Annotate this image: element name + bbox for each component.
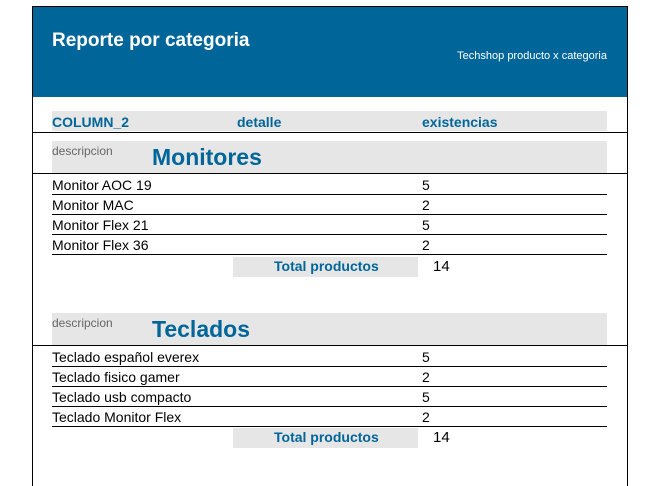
- product-stock: 2: [422, 237, 430, 253]
- group-header-band: descripcion Teclados: [52, 313, 607, 345]
- product-name: Teclado usb compacto: [52, 389, 192, 405]
- group-total-band: Total productos: [233, 257, 418, 277]
- table-row: Teclado usb compacto 5: [52, 387, 607, 407]
- table-row: Monitor AOC 19 5: [52, 175, 607, 195]
- divider: [33, 173, 627, 174]
- group-name: Monitores: [152, 144, 262, 170]
- table-row: Teclado fisico gamer 2: [52, 367, 607, 387]
- column-header-column-2: COLUMN_2: [52, 114, 130, 130]
- divider: [33, 132, 627, 133]
- product-stock: 2: [422, 197, 430, 213]
- group-header-band: descripcion Monitores: [52, 141, 607, 173]
- table-row: Teclado español everex 5: [52, 347, 607, 367]
- column-header-existencias: existencias: [422, 114, 498, 130]
- product-stock: 2: [422, 369, 430, 385]
- table-row: Monitor Flex 36 2: [52, 235, 607, 255]
- report-page: Reporte por categoria Techshop producto …: [32, 6, 628, 486]
- group-name: Teclados: [152, 316, 250, 342]
- group-total-value: 14: [433, 429, 450, 446]
- product-stock: 2: [422, 409, 430, 425]
- group-total-value: 14: [433, 258, 450, 275]
- table-row: Teclado Monitor Flex 2: [52, 407, 607, 427]
- group-total-label: Total productos: [274, 258, 379, 274]
- group-total-band: Total productos: [233, 428, 418, 448]
- product-name: Teclado fisico gamer: [52, 369, 180, 385]
- product-name: Monitor Flex 21: [52, 217, 149, 233]
- report-title: Reporte por categoria: [52, 30, 250, 51]
- group-label: descripcion: [52, 144, 113, 158]
- product-name: Monitor Flex 36: [52, 237, 149, 253]
- column-header-row: COLUMN_2 detalle existencias: [52, 111, 607, 131]
- product-name: Teclado español everex: [52, 349, 200, 365]
- product-stock: 5: [422, 217, 430, 233]
- report-subtitle: Techshop producto x categoria: [457, 50, 607, 62]
- table-row: Monitor Flex 21 5: [52, 215, 607, 235]
- column-header-detalle: detalle: [237, 114, 282, 130]
- product-stock: 5: [422, 177, 430, 193]
- report-header-banner: Reporte por categoria Techshop producto …: [33, 7, 627, 97]
- product-name: Monitor AOC 19: [52, 177, 152, 193]
- table-row: Monitor MAC 2: [52, 195, 607, 215]
- group-label: descripcion: [52, 316, 113, 330]
- divider: [33, 345, 627, 346]
- group-total-label: Total productos: [274, 429, 379, 445]
- product-name: Monitor MAC: [52, 197, 134, 213]
- product-stock: 5: [422, 389, 430, 405]
- product-name: Teclado Monitor Flex: [52, 409, 182, 425]
- product-stock: 5: [422, 349, 430, 365]
